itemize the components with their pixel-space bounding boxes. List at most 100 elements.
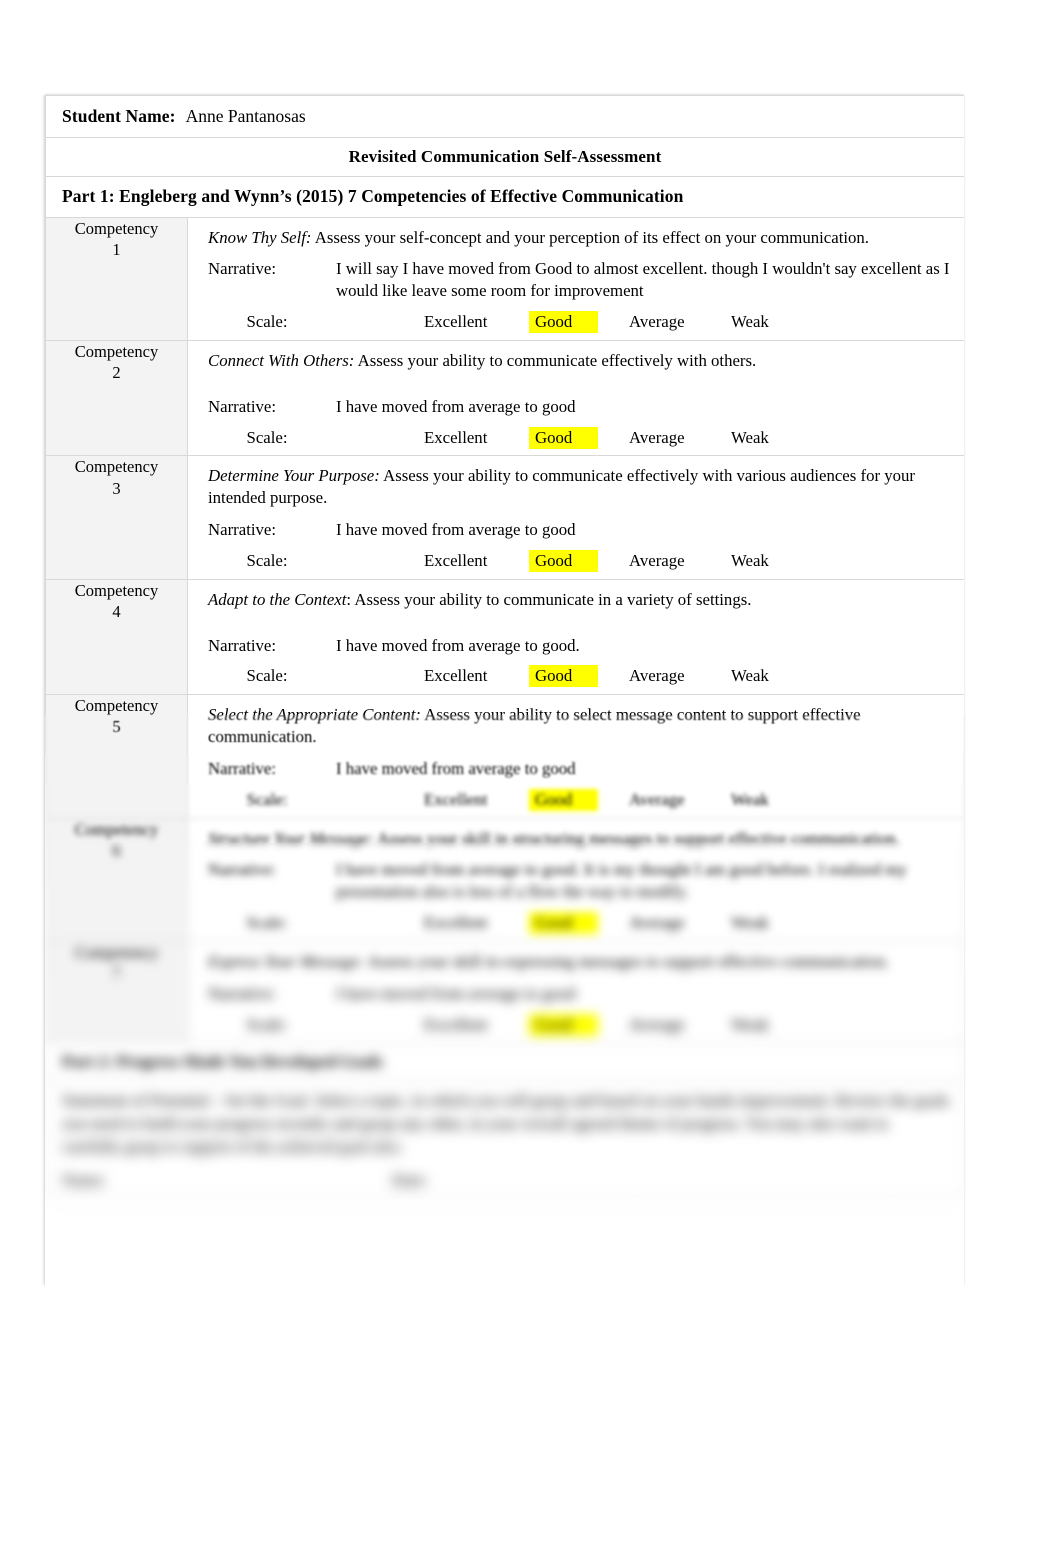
narrative-label: Narrative: <box>208 983 277 1003</box>
narrative-label: Narrative: <box>208 758 277 778</box>
competency-label-line1: Competency <box>74 218 159 238</box>
scale-option-average[interactable]: Average <box>629 912 731 928</box>
scale-option-good[interactable]: Good <box>529 549 629 572</box>
narrative-text[interactable]: I have moved from average to good <box>326 758 954 780</box>
scale-option-average[interactable]: Average <box>629 1014 731 1024</box>
part2-heading: Part 2: Progress Made You Developed Goal… <box>62 1052 383 1072</box>
competency-label-line1: Competency <box>74 580 159 600</box>
scale-option-excellent[interactable]: Excellent <box>424 1023 529 1035</box>
competency-prompt: Determine Your Purpose: Assess your abil… <box>188 456 964 511</box>
scale-option-good-highlight[interactable]: Good <box>529 928 599 935</box>
narrative-line: Narrative: I have moved from average to … <box>188 857 964 883</box>
scale-option-weak[interactable]: Weak <box>731 928 821 934</box>
scale-option-good[interactable]: Good <box>529 928 629 935</box>
scale-option-weak[interactable]: Weak <box>731 665 821 687</box>
scale-option-excellent[interactable]: Excellent <box>424 550 529 572</box>
scale-option-excellent[interactable]: Excellent <box>424 789 529 811</box>
scale-option-excellent[interactable]: Excellent <box>424 665 529 687</box>
scale-option-good-highlight[interactable]: Good <box>529 549 599 572</box>
scale-option-weak[interactable]: Weak <box>731 311 821 333</box>
blur-band: Student Name:Anne Pantanosas Revisited C… <box>45 883 964 928</box>
competency-prompt: Connect With Others: Assess your ability… <box>188 341 964 374</box>
scale-option-good[interactable]: Good <box>529 912 629 928</box>
scale-option-average[interactable]: Average <box>629 665 731 687</box>
scale-option-excellent[interactable]: Excellent <box>424 427 529 449</box>
scale-option-weak[interactable]: Weak <box>731 1014 821 1024</box>
blur-band: Student Name:Anne Pantanosas Revisited C… <box>45 1078 964 1133</box>
scale-options: Excellent Good Average Weak <box>326 1013 954 1024</box>
part2-name-label[interactable]: Name: <box>62 1171 392 1188</box>
narrative-text[interactable]: I have moved from average to good. <box>326 635 954 657</box>
scale-option-average[interactable]: Average <box>629 550 731 572</box>
scale-option-good[interactable]: Good <box>529 1023 629 1036</box>
scale-option-weak[interactable]: Weak <box>731 789 821 811</box>
scale-option-good[interactable]: Good <box>529 1013 629 1023</box>
part2-signature-row: Name: Date: <box>46 1188 964 1197</box>
self-assessment-table: Student Name:Anne Pantanosas Revisited C… <box>45 928 964 973</box>
scale-option-good-highlight[interactable]: Good <box>529 311 599 334</box>
scale-option-excellent[interactable]: Excellent <box>424 928 529 934</box>
scale-option-average[interactable]: Average <box>629 1023 731 1035</box>
scale-option-good-highlight[interactable]: Good <box>529 1023 599 1036</box>
scale-options: Excellent Good Average Weak <box>326 1023 954 1036</box>
competency-row: Competency 3 Determine Your Purpose: Ass… <box>45 455 964 580</box>
scale-option-good[interactable]: Good <box>529 311 629 334</box>
scale-option-average[interactable]: Average <box>629 311 731 333</box>
narrative-text[interactable]: I have moved from average to good. It is… <box>326 859 954 883</box>
scale-option-good-highlight[interactable]: Good <box>529 788 599 811</box>
part2-body: Statement of Potential – Set the Goal. S… <box>62 1133 888 1156</box>
narrative-line: Narrative: I will say I have moved from … <box>188 256 964 304</box>
scale-option-average[interactable]: Average <box>629 789 731 811</box>
part2-body-row: Statement of Potential – Set the Goal. S… <box>45 1133 964 1188</box>
competency-row: Competency 2 Connect With Others: Assess… <box>45 339 964 457</box>
competency-body-cell: Express Your Message: Assess your skill … <box>187 940 964 973</box>
scale-option-average[interactable]: Average <box>629 928 731 934</box>
competency-number: 2 <box>112 363 121 383</box>
scale-option-weak[interactable]: Weak <box>731 912 821 928</box>
student-name-field[interactable]: Student Name: Anne Pantanosas <box>46 96 964 137</box>
scale-option-excellent[interactable]: Excellent <box>424 311 529 333</box>
scale-option-excellent[interactable]: Excellent <box>424 1014 529 1024</box>
scale-option-good-highlight[interactable]: Good <box>529 1013 599 1023</box>
narrative-text[interactable]: I will say I have moved from Good to alm… <box>326 258 954 302</box>
competency-label-line1: Competency <box>74 341 159 361</box>
competency-prompt: Select the Appropriate Content: Assess y… <box>188 715 964 750</box>
narrative-text[interactable]: I have moved from average to good. It is… <box>326 883 954 903</box>
competency-row: Competency 5 Select the Appropriate Cont… <box>45 785 964 813</box>
competency-row: Competency 6 Structure Your Message: Ass… <box>45 928 964 942</box>
scale-option-excellent[interactable]: Excellent <box>424 912 529 928</box>
competency-row: Competency 5 Select the Appropriate Cont… <box>45 755 964 785</box>
competency-body-cell: Structure Your Message: Assess your skil… <box>187 883 964 928</box>
competency-prompt-text: Assess your skill in expressing messages… <box>364 951 890 971</box>
narrative-text[interactable]: I have moved from average to good <box>326 519 954 541</box>
scale-option-weak[interactable]: Weak <box>731 427 821 449</box>
part2-name-label[interactable]: Name: <box>62 1188 392 1191</box>
scale-option-average[interactable]: Average <box>629 427 731 449</box>
narrative-line: Narrative: I have moved from average to … <box>188 756 964 782</box>
narrative-text[interactable]: I have moved from average to good <box>326 983 954 1005</box>
scale-option-good[interactable]: Good <box>529 788 629 811</box>
part2-signature-row: Name: Date: <box>46 1167 964 1188</box>
scale-option-good-highlight[interactable]: Good <box>529 665 599 688</box>
part2-body: Statement of Potential – Set the Goal. S… <box>62 1091 950 1133</box>
competency-title: Structure Your Message: <box>208 828 374 843</box>
scale-options: Excellent Good Average Weak <box>326 311 954 334</box>
scale-option-weak[interactable]: Weak <box>731 1023 821 1035</box>
part2-date-label[interactable]: Date: <box>392 1188 950 1191</box>
competency-body-cell: Structure Your Message: Assess your skil… <box>187 843 964 883</box>
competency-row: Competency 1 Know Thy Self: Assess your … <box>45 216 964 341</box>
scale-option-good[interactable]: Good <box>529 665 629 688</box>
competency-body-cell: Select the Appropriate Content: Assess y… <box>187 755 964 785</box>
scale-option-good-highlight[interactable]: Good <box>529 912 599 928</box>
competency-body-cell: Know Thy Self: Assess your self-concept … <box>187 216 964 341</box>
competency-title: Select the Appropriate Content: <box>208 715 421 724</box>
narrative-text[interactable]: I have moved from average to good <box>326 396 954 418</box>
scale-option-weak[interactable]: Weak <box>731 550 821 572</box>
scale-line: Scale: Excellent Good Average Weak <box>188 928 964 941</box>
scale-option-good-highlight[interactable]: Good <box>529 426 599 449</box>
competency-body-cell: Connect With Others: Assess your ability… <box>187 339 964 457</box>
narrative-label: Narrative: <box>208 396 277 416</box>
scale-option-good[interactable]: Good <box>529 426 629 449</box>
part2-date-label[interactable]: Date: <box>392 1171 950 1188</box>
narrative-label: Narrative: <box>208 520 277 540</box>
